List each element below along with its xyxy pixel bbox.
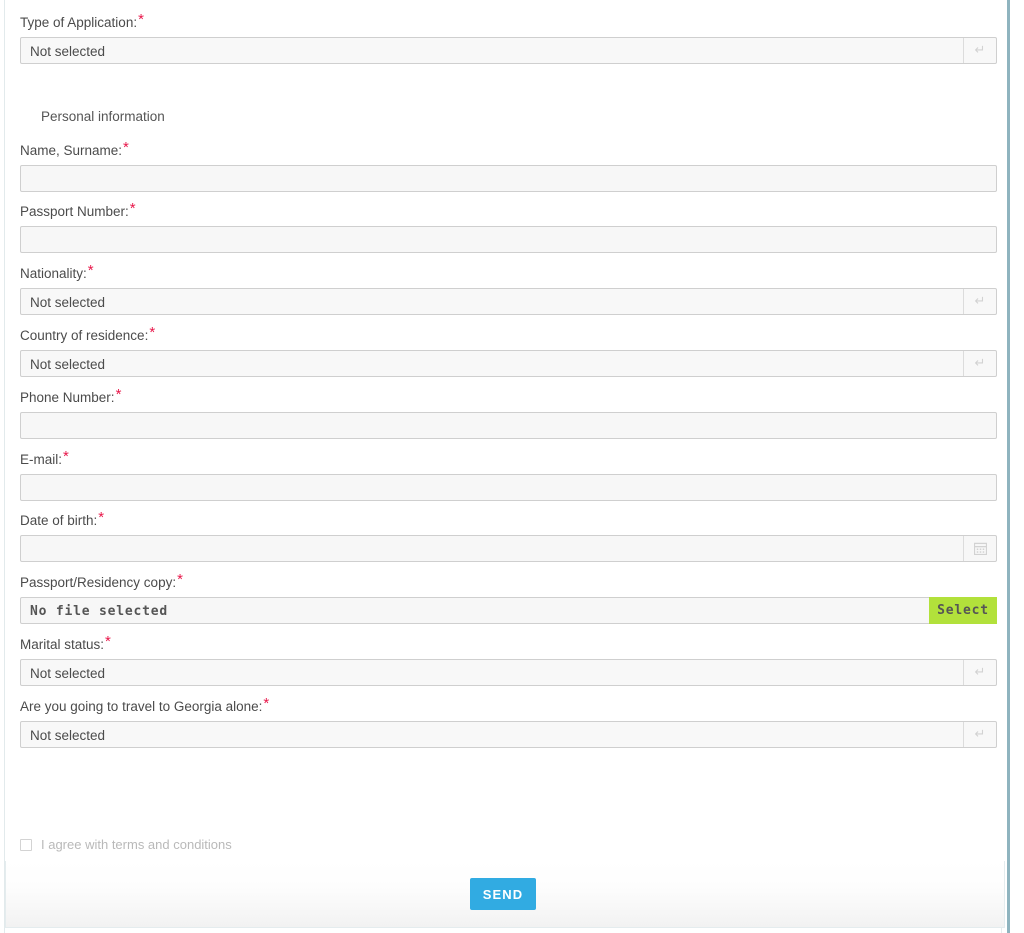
required-marker: * xyxy=(87,262,94,279)
label-nationality: Nationality:* xyxy=(20,262,94,281)
label-date-of-birth: Date of birth:* xyxy=(20,509,105,528)
label-travel-alone: Are you going to travel to Georgia alone… xyxy=(20,695,270,714)
file-name-text: No file selected xyxy=(30,603,169,619)
dropdown-toggle[interactable]: ↵ xyxy=(963,721,996,747)
field-phone-number: Phone Number:* xyxy=(20,386,997,439)
input-phone-number[interactable] xyxy=(20,411,997,439)
dropdown-toggle[interactable]: ↵ xyxy=(963,659,996,685)
dropdown-arrow-icon: ↵ xyxy=(974,42,986,58)
page-scrollbar-thumb[interactable] xyxy=(1007,0,1010,933)
select-marital-status[interactable]: Not selected ↵ xyxy=(20,658,997,686)
label-type-of-application: Type of Application:* xyxy=(20,11,144,30)
required-marker: * xyxy=(263,695,270,712)
label-email: E-mail:* xyxy=(20,448,69,467)
select-file-button[interactable]: Select xyxy=(929,596,997,624)
field-country-of-residence: Country of residence:* Not selected ↵ xyxy=(20,324,997,377)
dropdown-arrow-icon: ↵ xyxy=(974,664,986,680)
input-date-of-birth[interactable] xyxy=(20,534,997,562)
terms-and-conditions-row[interactable]: I agree with terms and conditions xyxy=(20,838,232,851)
dropdown-toggle[interactable]: ↵ xyxy=(963,37,996,63)
label-passport-number: Passport Number:* xyxy=(20,200,136,219)
select-nationality[interactable]: Not selected ↵ xyxy=(20,287,997,315)
required-marker: * xyxy=(149,324,156,341)
input-passport-number[interactable] xyxy=(20,225,997,253)
file-upload-row: No file selected Select xyxy=(20,596,997,624)
input-email[interactable] xyxy=(20,473,997,501)
calendar-icon xyxy=(973,542,987,555)
field-marital-status: Marital status:* Not selected ↵ xyxy=(20,633,997,686)
required-marker: * xyxy=(98,509,105,526)
dropdown-arrow-icon: ↵ xyxy=(974,726,986,742)
select-country-of-residence[interactable]: Not selected ↵ xyxy=(20,349,997,377)
label-name-surname: Name, Surname:* xyxy=(20,139,129,158)
page-scrollbar-track[interactable] xyxy=(1007,0,1024,933)
calendar-picker-toggle[interactable] xyxy=(963,535,996,561)
select-value: Not selected xyxy=(30,43,106,59)
required-marker: * xyxy=(123,139,129,156)
field-passport-residency-copy: Passport/Residency copy:* No file select… xyxy=(20,571,997,624)
visa-application-form: Type of Application:* Not selected ↵ Per… xyxy=(5,0,1005,861)
field-passport-number: Passport Number:* xyxy=(20,200,997,253)
label-marital-status: Marital status:* xyxy=(20,633,111,652)
select-type-of-application[interactable]: Not selected ↵ xyxy=(20,36,997,64)
field-email: E-mail:* xyxy=(20,448,997,501)
select-value: Not selected xyxy=(30,356,106,372)
label-country-of-residence: Country of residence:* xyxy=(20,324,156,343)
input-name-surname[interactable] xyxy=(20,164,997,192)
select-value: Not selected xyxy=(30,294,106,310)
dropdown-toggle[interactable]: ↵ xyxy=(963,288,996,314)
select-value: Not selected xyxy=(30,727,106,743)
field-travel-alone: Are you going to travel to Georgia alone… xyxy=(20,695,997,748)
field-name-surname: Name, Surname:* xyxy=(20,139,997,192)
select-travel-alone[interactable]: Not selected ↵ xyxy=(20,720,997,748)
required-marker: * xyxy=(138,11,144,28)
required-marker: * xyxy=(129,200,136,217)
label-phone-number: Phone Number:* xyxy=(20,386,122,405)
terms-label: I agree with terms and conditions xyxy=(41,837,232,852)
required-marker: * xyxy=(177,571,183,588)
field-type-of-application: Type of Application:* Not selected ↵ xyxy=(20,11,997,64)
terms-checkbox[interactable] xyxy=(20,838,32,851)
required-marker: * xyxy=(105,633,111,650)
field-date-of-birth: Date of birth:* xyxy=(20,509,997,562)
section-title-personal-information: Personal information xyxy=(41,109,165,124)
select-value: Not selected xyxy=(30,665,106,681)
required-marker: * xyxy=(63,448,69,465)
dropdown-arrow-icon: ↵ xyxy=(974,293,986,309)
dropdown-toggle[interactable]: ↵ xyxy=(963,350,996,376)
application-form-page: Type of Application:* Not selected ↵ Per… xyxy=(0,0,1024,933)
label-passport-residency-copy: Passport/Residency copy:* xyxy=(20,571,183,590)
send-button[interactable]: SEND xyxy=(470,878,536,910)
dropdown-arrow-icon: ↵ xyxy=(974,355,986,371)
field-nationality: Nationality:* Not selected ↵ xyxy=(20,262,997,315)
file-name-display[interactable]: No file selected xyxy=(20,596,997,624)
required-marker: * xyxy=(115,386,122,403)
